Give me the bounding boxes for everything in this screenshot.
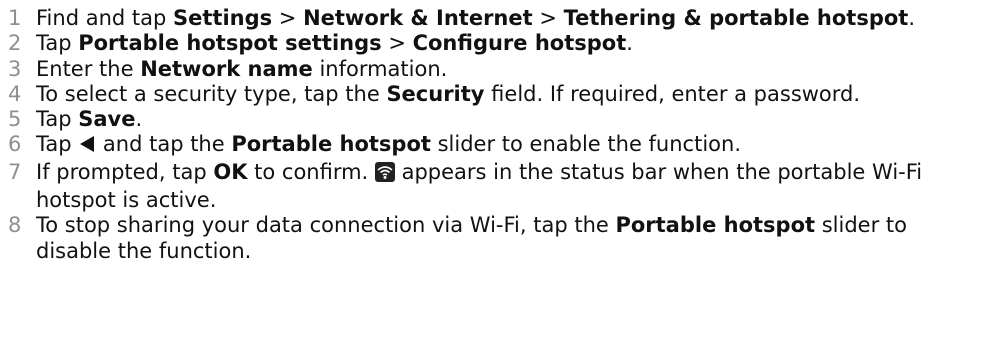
step-number: 5 <box>8 107 22 132</box>
step-1: 1 Find and tap Settings > Network & Inter… <box>6 6 992 31</box>
step-text-part: To select a security type, tap the <box>36 81 387 106</box>
step-number: 8 <box>8 213 22 238</box>
step-number: 6 <box>8 132 22 157</box>
step-text-part: To stop sharing your data connection via… <box>36 213 616 238</box>
step-text-part: and tap the <box>96 132 232 157</box>
step-text: If prompted, tap OK to confirm. appears … <box>36 160 976 214</box>
bold-term: OK <box>213 159 248 184</box>
step-number: 1 <box>8 6 22 30</box>
wifi-hotspot-icon <box>374 161 395 188</box>
step-text-part: Enter the <box>36 56 141 81</box>
step-number: 7 <box>8 159 22 184</box>
step-text-part: Tap <box>36 132 79 157</box>
bold-term: Security <box>386 81 485 106</box>
back-icon <box>78 134 96 159</box>
bold-term: Network & Internet <box>303 6 533 30</box>
bold-term: Portable hotspot <box>231 132 431 157</box>
step-text-part: Tap <box>36 107 79 132</box>
step-number: 2 <box>8 31 22 56</box>
step-text: To select a security type, tap the Secur… <box>36 82 976 107</box>
step-text-part: slider to enable the function. <box>430 132 741 157</box>
step-text-part: . <box>626 31 633 56</box>
bold-term: Settings <box>173 6 273 30</box>
bold-term: Portable hotspot settings <box>78 31 382 56</box>
step-text: Tap Save. <box>36 107 976 132</box>
instruction-steps: 1 Find and tap Settings > Network & Inter… <box>0 0 992 264</box>
step-text-part: field. If required, enter a password. <box>484 81 861 106</box>
step-6: 6 Tap and tap the Portable hotspot slider… <box>6 132 992 159</box>
step-text-part: to confirm. <box>247 159 375 184</box>
step-text-part: > <box>381 31 413 56</box>
step-text-part: . <box>135 107 143 132</box>
bold-term: Configure hotspot <box>412 31 627 56</box>
step-2: 2 Tap Portable hotspot settings > Configu… <box>6 31 992 56</box>
step-text: Find and tap Settings > Network & Intern… <box>36 6 976 31</box>
step-text-part: information. <box>312 56 448 81</box>
step-5: 5 Tap Save. <box>6 107 992 132</box>
step-4: 4 To select a security type, tap the Secu… <box>6 82 992 107</box>
bold-term: Portable hotspot <box>615 213 816 238</box>
step-text: Tap Portable hotspot settings > Configur… <box>36 31 976 56</box>
step-7: 7 If prompted, tap OK to confirm. appears… <box>6 160 992 214</box>
step-text-part: If prompted, tap <box>36 159 214 184</box>
step-text-part: > <box>272 6 304 30</box>
step-3: 3 Enter the Network name information. <box>6 57 992 82</box>
step-text: Tap and tap the Portable hotspot slider … <box>36 132 976 159</box>
bold-term: Save <box>78 107 136 132</box>
bold-term: Network name <box>140 56 313 81</box>
step-number: 3 <box>8 56 22 81</box>
step-text: To stop sharing your data connection via… <box>36 213 976 264</box>
step-text-part: Tap <box>36 31 79 56</box>
step-number: 4 <box>8 81 22 106</box>
step-text: Enter the Network name information. <box>36 57 976 82</box>
step-8: 8 To stop sharing your data connection vi… <box>6 213 992 264</box>
bold-term: Tethering & portable hotspot <box>563 6 909 30</box>
step-text-part: Find and tap <box>36 6 173 30</box>
step-text-part: . <box>908 6 916 30</box>
step-text-part: > <box>532 6 564 30</box>
